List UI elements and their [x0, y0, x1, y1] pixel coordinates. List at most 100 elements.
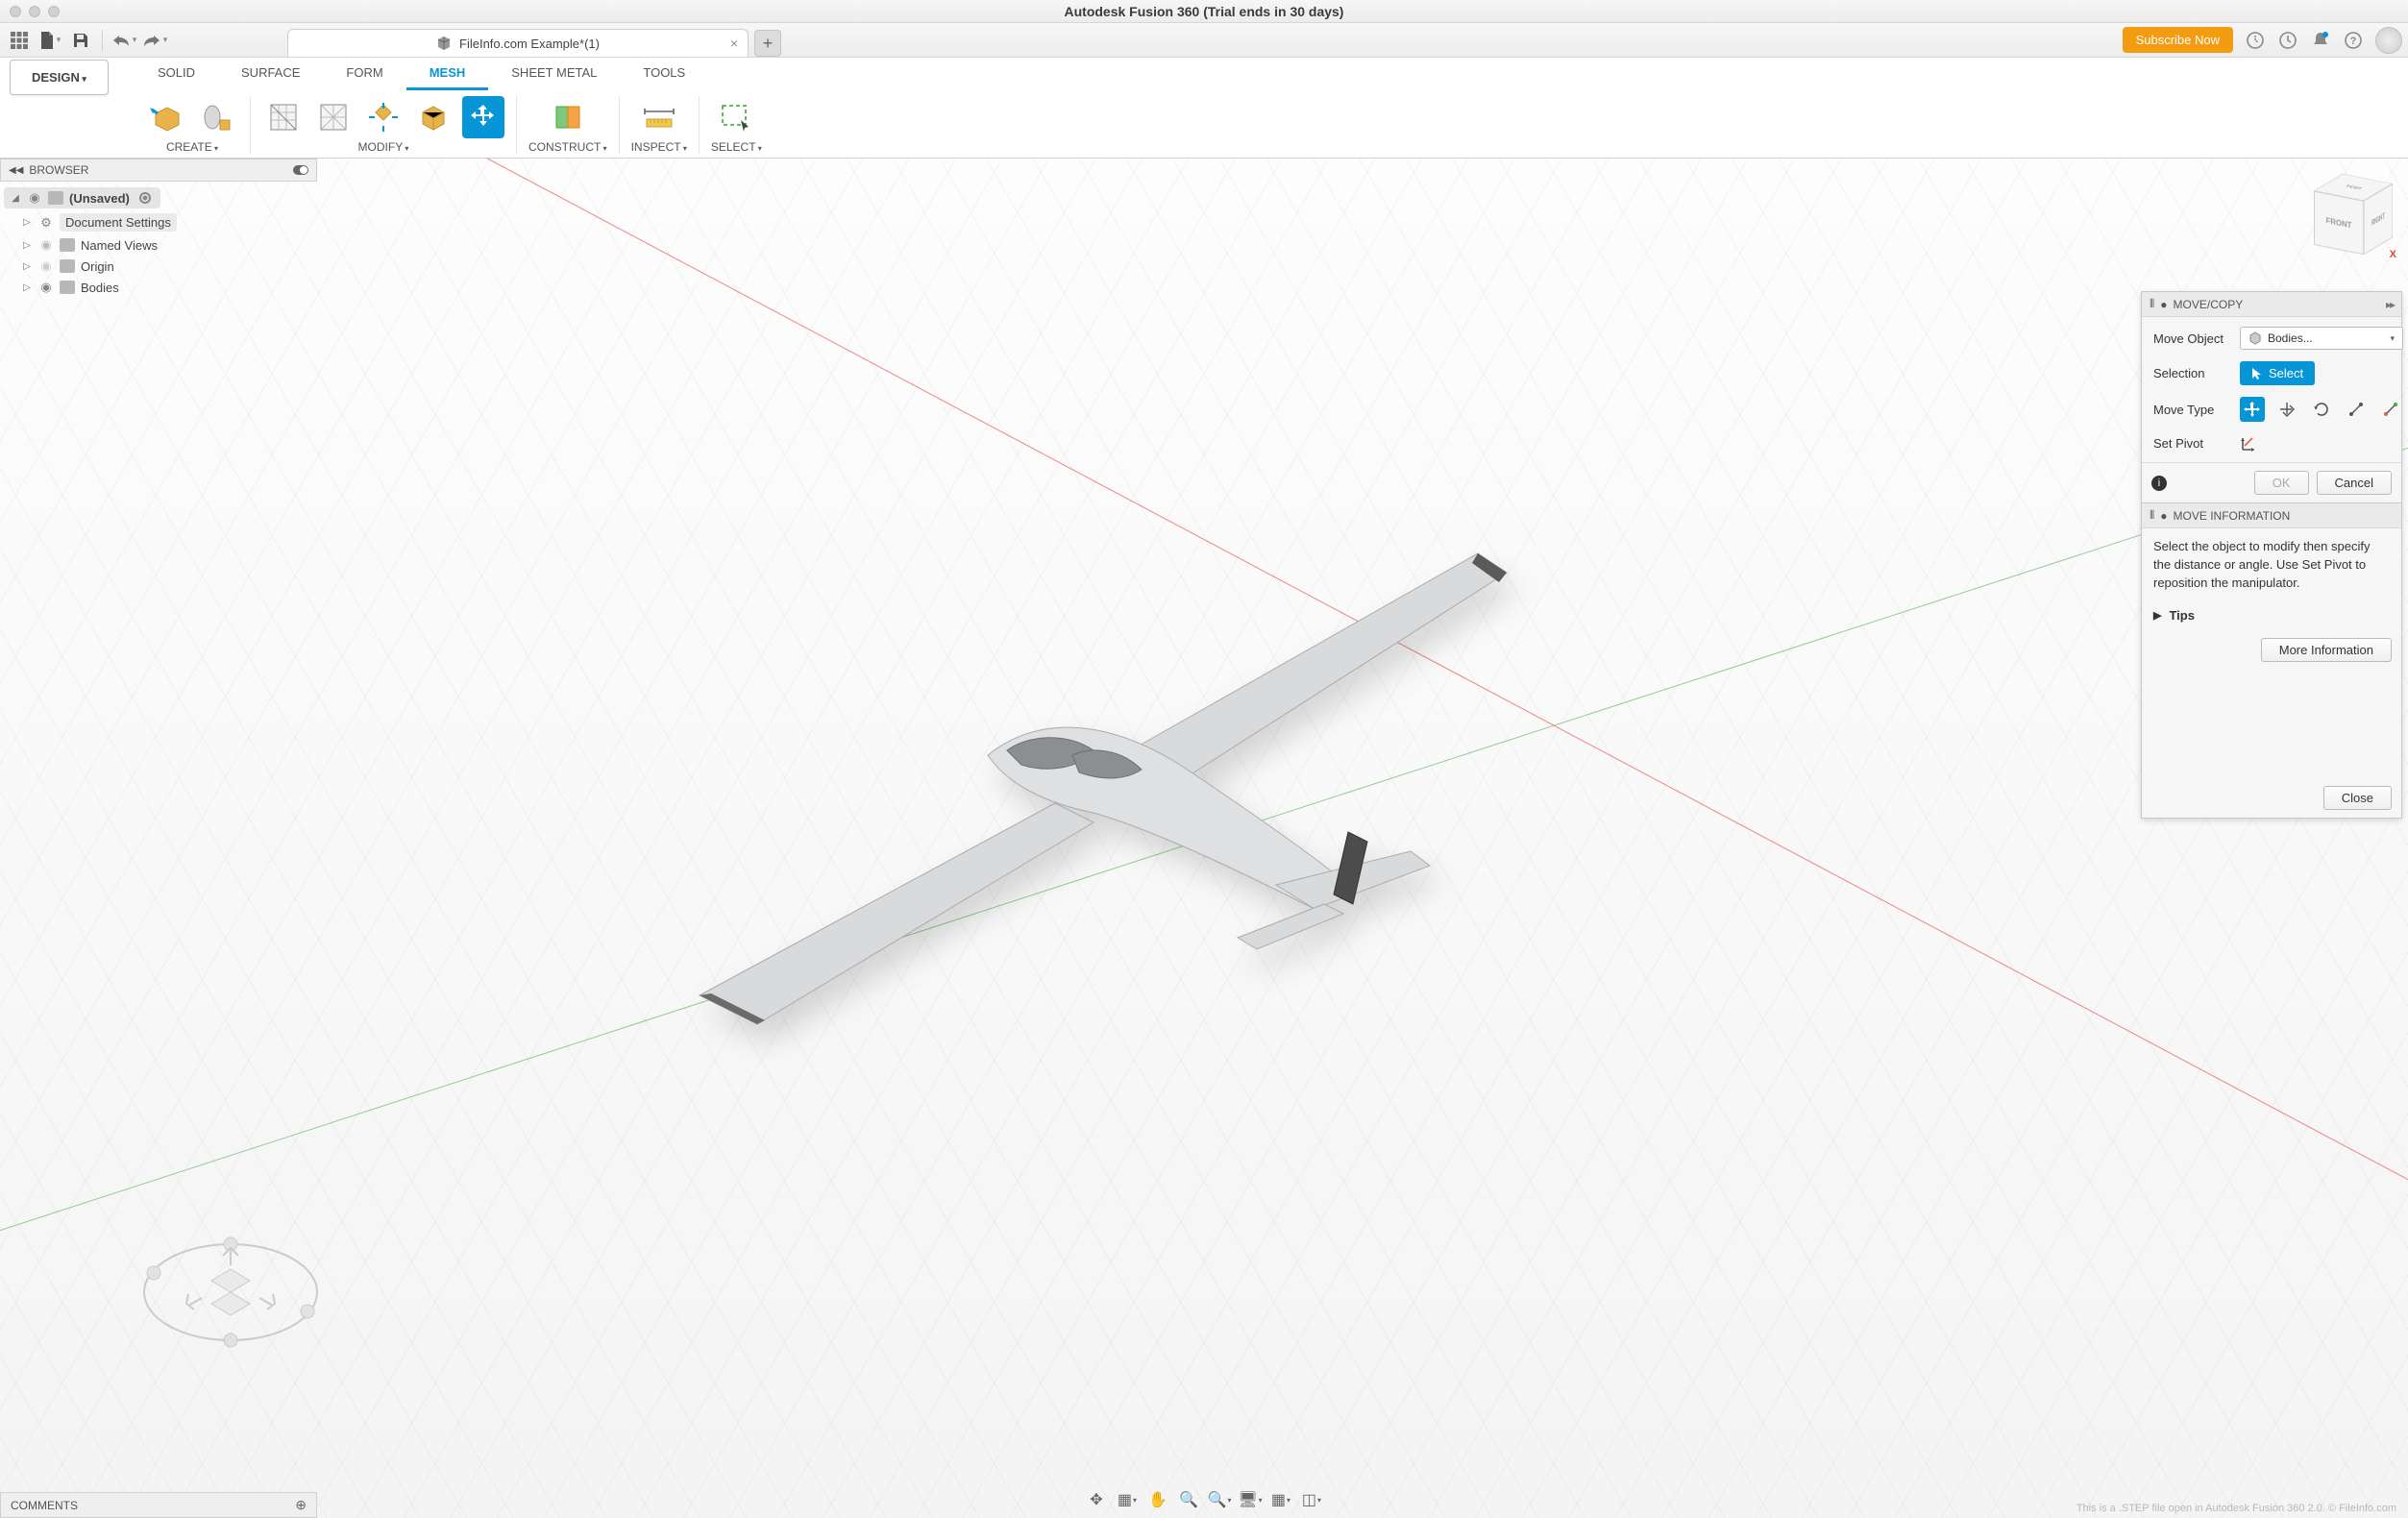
visibility-icon[interactable]: ◉: [27, 190, 42, 206]
group-select-label[interactable]: SELECT: [711, 140, 762, 154]
browser-header[interactable]: ◀◀ BROWSER: [0, 159, 317, 182]
save-icon[interactable]: [67, 27, 94, 54]
tab-sheet-metal[interactable]: SHEET METAL: [488, 58, 620, 90]
measure-icon[interactable]: [638, 96, 680, 138]
tab-mesh[interactable]: MESH: [406, 58, 489, 90]
help-icon[interactable]: ?: [2343, 30, 2364, 51]
data-panel-icon[interactable]: [6, 27, 33, 54]
move-info-header[interactable]: ⦀ ● MOVE INFORMATION: [2142, 503, 2401, 528]
cancel-button[interactable]: Cancel: [2317, 471, 2392, 495]
shell-icon[interactable]: [412, 96, 455, 138]
grid-settings-icon[interactable]: ▦: [1268, 1489, 1293, 1510]
zoom-icon[interactable]: 🔍: [1176, 1489, 1201, 1510]
close-button[interactable]: Close: [2323, 786, 2392, 810]
orbit-icon[interactable]: ✥: [1084, 1489, 1109, 1510]
undo-icon[interactable]: [111, 27, 137, 54]
move-type-translate-icon[interactable]: [2274, 397, 2299, 422]
add-comment-icon[interactable]: ⊕: [295, 1497, 307, 1513]
construct-plane-icon[interactable]: [547, 96, 589, 138]
group-inspect-label[interactable]: INSPECT: [631, 140, 687, 154]
visibility-icon[interactable]: ◉: [38, 280, 54, 295]
new-tab-button[interactable]: +: [754, 30, 781, 57]
insert-mesh-icon[interactable]: [146, 96, 188, 138]
extensions-icon[interactable]: [2245, 30, 2266, 51]
select-button[interactable]: Select: [2240, 361, 2315, 385]
redo-icon[interactable]: [141, 27, 168, 54]
group-select: SELECT: [700, 96, 774, 154]
comments-bar[interactable]: COMMENTS ⊕: [0, 1492, 317, 1518]
move-object-select[interactable]: Bodies...: [2240, 327, 2403, 350]
file-menu-icon[interactable]: [37, 27, 63, 54]
tree-item-named-views[interactable]: ▷ ◉ Named Views: [0, 234, 317, 256]
model-airplane[interactable]: [642, 515, 1526, 1053]
move-type-label: Move Type: [2153, 403, 2240, 417]
group-create-label[interactable]: CREATE: [166, 140, 218, 154]
info-icon[interactable]: i: [2151, 476, 2167, 491]
tips-toggle[interactable]: ▶Tips: [2142, 602, 2401, 628]
activate-radio-icon[interactable]: [139, 192, 151, 204]
user-avatar[interactable]: [2375, 27, 2402, 54]
grip-icon[interactable]: ⦀: [2150, 508, 2154, 523]
move-type-rotate-icon[interactable]: [2309, 397, 2334, 422]
move-copy-header[interactable]: ⦀ ● MOVE/COPY ▸▸: [2142, 292, 2401, 317]
display-settings-icon[interactable]: 🖥: [1238, 1489, 1263, 1510]
move-type-point-axes-icon[interactable]: [2378, 397, 2403, 422]
move-type-free-icon[interactable]: [2240, 397, 2265, 422]
visibility-off-icon[interactable]: ◉: [38, 258, 54, 274]
group-construct-label[interactable]: CONSTRUCT: [528, 140, 607, 154]
collapse-panel-icon[interactable]: ●: [2160, 509, 2167, 523]
tab-tools[interactable]: TOOLS: [620, 58, 708, 90]
viewcube[interactable]: Z X TOP FRONT RIGHT: [2316, 180, 2391, 255]
gear-icon[interactable]: ⚙: [38, 215, 54, 231]
browser-toggle-icon[interactable]: [293, 165, 308, 175]
select-window-icon[interactable]: [715, 96, 757, 138]
tree-item-document-settings[interactable]: ▷ ⚙ Document Settings: [0, 210, 317, 234]
pan-icon[interactable]: ✋: [1145, 1489, 1170, 1510]
move-object-label: Move Object: [2153, 331, 2240, 346]
viewport[interactable]: ◀◀ BROWSER ◢ ◉ (Unsaved) ▷ ⚙ Document Se…: [0, 159, 2408, 1518]
quick-access-toolbar: FileInfo.com Example*(1) × + Subscribe N…: [0, 23, 2408, 58]
document-tabstrip: FileInfo.com Example*(1) × +: [287, 23, 2119, 57]
comments-label: COMMENTS: [11, 1499, 78, 1512]
more-information-button[interactable]: More Information: [2261, 638, 2392, 662]
zoom-window-icon[interactable]: [48, 6, 60, 17]
viewcube-front[interactable]: FRONT: [2314, 191, 2364, 256]
workspace-selector[interactable]: DESIGN: [10, 60, 109, 95]
move-type-row: [2240, 397, 2403, 422]
tree-item-bodies[interactable]: ▷ ◉ Bodies: [0, 277, 317, 298]
grip-icon[interactable]: ⦀: [2150, 297, 2154, 311]
look-at-icon[interactable]: ▦: [1115, 1489, 1140, 1510]
browser-tree: ◢ ◉ (Unsaved) ▷ ⚙ Document Settings ▷ ◉ …: [0, 182, 317, 302]
close-tab-icon[interactable]: ×: [730, 36, 738, 51]
ok-button[interactable]: OK: [2254, 471, 2309, 495]
folder-icon: [60, 259, 75, 273]
group-modify-label[interactable]: MODIFY: [358, 140, 409, 154]
zoom-window-icon[interactable]: 🔍: [1207, 1489, 1232, 1510]
plane-cut-icon[interactable]: [362, 96, 405, 138]
collapse-panel-icon[interactable]: ●: [2160, 298, 2167, 311]
tessellate-icon[interactable]: [196, 96, 238, 138]
tab-form[interactable]: FORM: [323, 58, 405, 90]
orbit-gizmo-icon[interactable]: [135, 1215, 327, 1374]
tree-root[interactable]: ◢ ◉ (Unsaved): [4, 187, 160, 208]
notifications-icon[interactable]: [2310, 30, 2331, 51]
move-type-point-icon[interactable]: [2344, 397, 2369, 422]
close-window-icon[interactable]: [10, 6, 21, 17]
tab-solid[interactable]: SOLID: [135, 58, 218, 90]
expand-panel-icon[interactable]: ▸▸: [2386, 298, 2394, 311]
selection-label: Selection: [2153, 366, 2240, 380]
remesh-icon[interactable]: [262, 96, 305, 138]
set-pivot-icon[interactable]: [2240, 433, 2259, 453]
job-status-icon[interactable]: [2277, 30, 2298, 51]
tree-item-origin[interactable]: ▷ ◉ Origin: [0, 256, 317, 277]
viewport-layout-icon[interactable]: ◫: [1299, 1489, 1324, 1510]
visibility-icon[interactable]: ◉: [38, 237, 54, 253]
document-tab[interactable]: FileInfo.com Example*(1) ×: [287, 29, 749, 57]
move-copy-icon[interactable]: [462, 96, 504, 138]
collapse-icon[interactable]: ◀◀: [9, 165, 23, 176]
subscribe-button[interactable]: Subscribe Now: [2123, 27, 2233, 53]
reduce-icon[interactable]: [312, 96, 355, 138]
minimize-window-icon[interactable]: [29, 6, 40, 17]
tab-surface[interactable]: SURFACE: [218, 58, 323, 90]
ribbon-tools: CREATE MODIFY CONSTRUCT INSPECT: [0, 90, 2408, 158]
